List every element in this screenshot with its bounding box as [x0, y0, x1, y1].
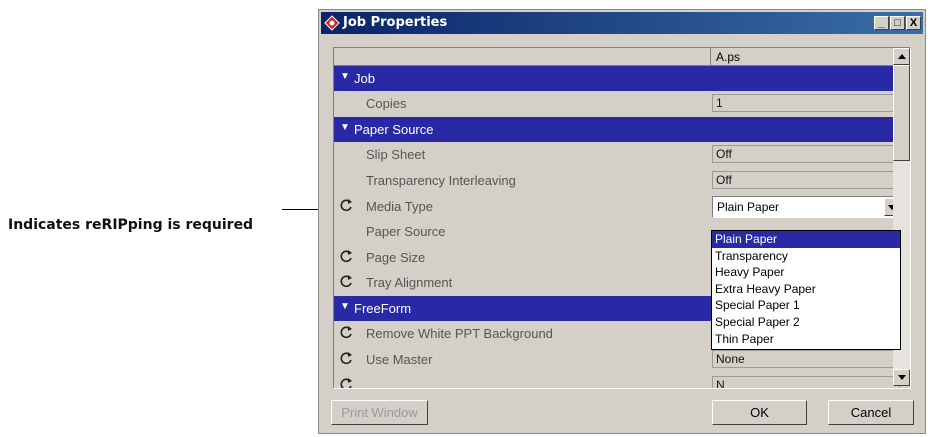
property-label: Slip Sheet — [366, 147, 426, 162]
scroll-up-arrow-icon[interactable] — [893, 48, 910, 65]
rerip-icon — [340, 326, 352, 339]
dropdown-option[interactable]: Transparency — [712, 248, 900, 265]
minimize-button[interactable]: _ — [874, 16, 889, 30]
close-button[interactable]: X — [906, 16, 921, 30]
dropdown-option[interactable]: Special Paper 1 — [712, 297, 900, 314]
window-title: Job Properties — [343, 15, 448, 30]
property-label: Tray Alignment — [366, 275, 453, 290]
row-partial: N — [334, 373, 900, 388]
row-copies: Copies 1 — [334, 91, 900, 116]
media-type-dropdown-list[interactable]: Plain Paper Transparency Heavy Paper Ext… — [711, 230, 901, 350]
section-label: FreeForm — [354, 301, 412, 316]
copies-field[interactable]: 1 — [712, 94, 900, 112]
row-use-master: Use Master None — [334, 347, 900, 372]
property-label: Use Master — [366, 352, 433, 367]
title-bar[interactable]: Job Properties _ □ X — [321, 12, 923, 34]
section-paper-source[interactable]: ▼ Paper Source — [334, 117, 900, 142]
rerip-icon — [340, 378, 352, 388]
partial-field[interactable]: N — [712, 376, 900, 388]
section-job[interactable]: ▼ Job — [334, 66, 900, 91]
job-properties-window: Job Properties _ □ X A.ps ▼ Job Copies 1… — [318, 9, 926, 434]
use-master-field[interactable]: None — [712, 350, 900, 368]
media-type-value: Plain Paper — [717, 200, 780, 214]
dropdown-option[interactable]: Thin Paper — [712, 331, 900, 348]
rerip-icon — [340, 250, 352, 263]
rerip-icon — [340, 275, 352, 288]
media-type-select[interactable]: Plain Paper — [712, 196, 902, 218]
file-column-header: A.ps — [716, 50, 741, 64]
dropdown-option[interactable]: Plain Paper — [712, 231, 900, 248]
scrollbar-thumb[interactable] — [893, 65, 910, 161]
maximize-button[interactable]: □ — [890, 16, 905, 30]
property-label: Paper Source — [366, 224, 446, 239]
print-window-button[interactable]: Print Window — [331, 400, 428, 425]
rerip-callout-label: Indicates reRIPping is required — [8, 217, 254, 233]
cancel-button[interactable]: Cancel — [828, 400, 914, 425]
app-logo-icon — [324, 15, 340, 31]
property-label: Transparency Interleaving — [366, 173, 516, 188]
property-label: Page Size — [366, 250, 426, 265]
property-column-header — [334, 48, 711, 65]
collapse-triangle-icon[interactable]: ▼ — [340, 122, 350, 133]
ok-button[interactable]: OK — [712, 400, 807, 425]
property-label: Remove White PPT Background — [366, 326, 553, 341]
transparency-interleaving-field[interactable]: Off — [712, 171, 900, 189]
dropdown-option[interactable]: Extra Heavy Paper — [712, 281, 900, 298]
row-transparency-interleaving: Transparency Interleaving Off — [334, 168, 900, 193]
dropdown-option[interactable]: Special Paper 2 — [712, 314, 900, 331]
row-media-type: Media Type Plain Paper — [334, 194, 902, 219]
row-slip-sheet: Slip Sheet Off — [334, 142, 900, 167]
scroll-down-arrow-icon[interactable] — [893, 369, 910, 386]
rerip-icon — [340, 352, 352, 365]
section-label: Job — [354, 71, 375, 86]
section-label: Paper Source — [354, 122, 434, 137]
property-label: Media Type — [366, 199, 433, 214]
rerip-icon — [340, 199, 352, 212]
slip-sheet-field[interactable]: Off — [712, 145, 900, 163]
property-label: Copies — [366, 96, 407, 111]
grid-header: A.ps — [334, 48, 898, 66]
collapse-triangle-icon[interactable]: ▼ — [340, 71, 350, 82]
dropdown-option[interactable]: Heavy Paper — [712, 264, 900, 281]
collapse-triangle-icon[interactable]: ▼ — [340, 301, 350, 312]
